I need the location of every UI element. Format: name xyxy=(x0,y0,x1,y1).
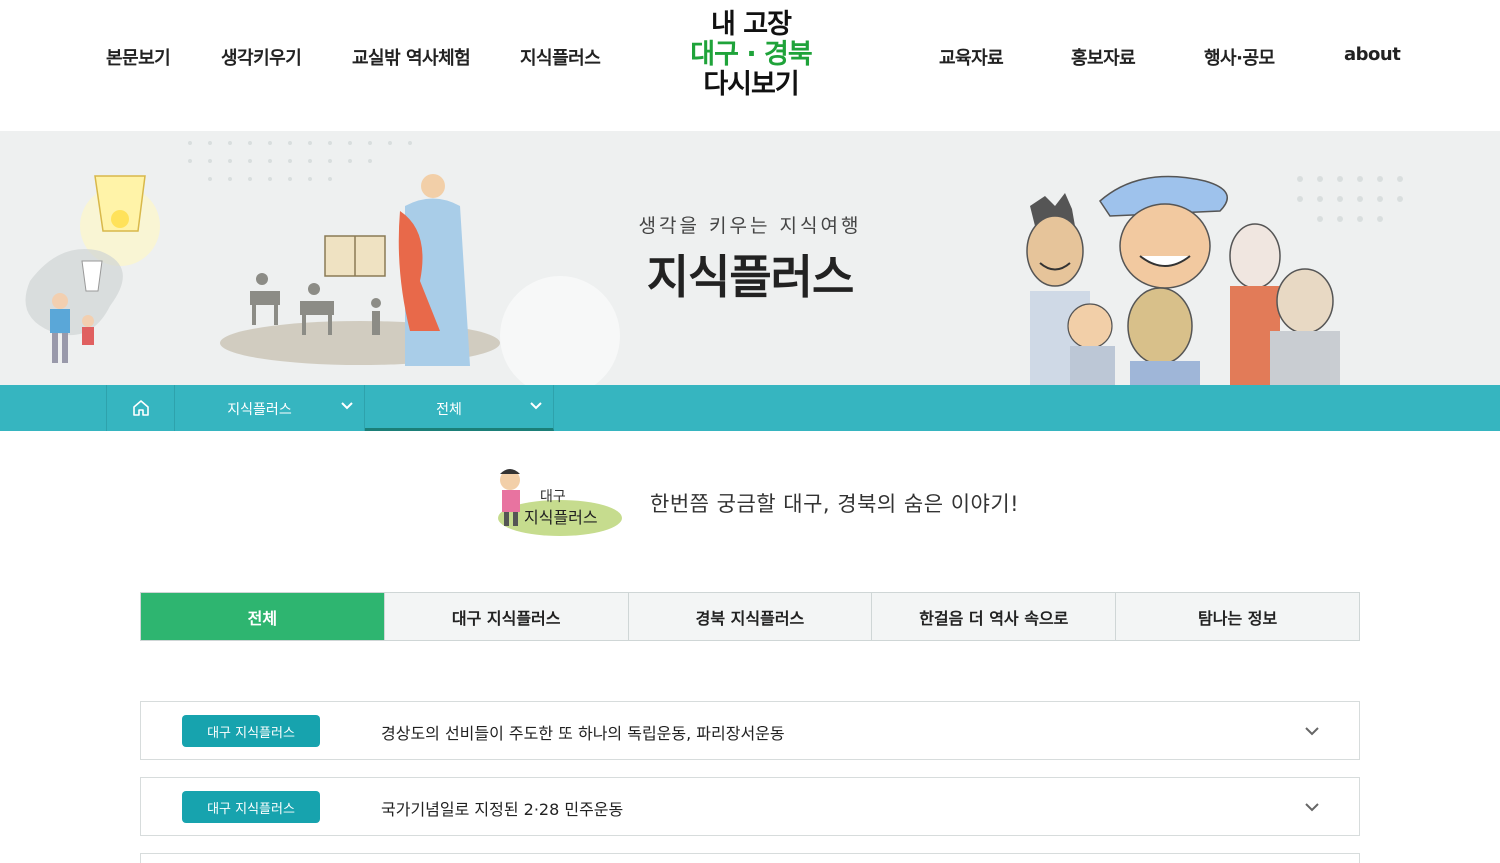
site-logo[interactable]: 내 고장 대구 · 경북 다시보기 xyxy=(686,10,816,100)
hero-banner: 생각을 키우는 지식여행 지식플러스 xyxy=(0,131,1500,385)
section-dropdown[interactable]: 지식플러스 xyxy=(175,385,365,431)
intro-badge: 대구 지식플러스 xyxy=(480,466,625,541)
list-item[interactable] xyxy=(140,853,1360,863)
tab-history-deeper[interactable]: 한걸음 더 역사 속으로 xyxy=(872,593,1117,640)
category-dropdown-label: 전체 xyxy=(436,402,462,418)
tab-daegu[interactable]: 대구 지식플러스 xyxy=(385,593,629,640)
sub-navigation: 지식플러스 전체 xyxy=(0,385,1500,431)
logo-line3: 다시보기 xyxy=(703,69,799,100)
logo-line1: 내 고장 xyxy=(711,9,792,40)
tab-useful-info[interactable]: 탐나는 정보 xyxy=(1116,593,1359,640)
logo-line2: 대구 · 경북 xyxy=(690,39,812,70)
chevron-down-icon xyxy=(530,402,542,410)
home-button[interactable] xyxy=(106,385,175,431)
category-badge: 대구 지식플러스 xyxy=(182,791,320,823)
nav-item-events[interactable]: 행사·공모 xyxy=(1204,44,1275,70)
list-item-title: 국가기념일로 지정된 2·28 민주운동 xyxy=(381,800,624,819)
intro-text: 한번쯤 궁금할 대구, 경북의 숨은 이야기! xyxy=(650,492,1020,516)
nav-item-history-experience[interactable]: 교실밖 역사체험 xyxy=(352,44,471,70)
nav-item-knowledge-plus[interactable]: 지식플러스 xyxy=(520,44,601,70)
list-item-title: 경상도의 선비들이 주도한 또 하나의 독립운동, 파리장서운동 xyxy=(381,724,785,743)
nav-item-thinking[interactable]: 생각키우기 xyxy=(221,44,302,70)
chevron-down-icon xyxy=(341,402,353,410)
intro-badge-line2: 지식플러스 xyxy=(524,508,598,527)
nav-item-main[interactable]: 본문보기 xyxy=(106,44,171,70)
category-tabs: 전체 대구 지식플러스 경북 지식플러스 한걸음 더 역사 속으로 탐나는 정보 xyxy=(140,592,1360,641)
site-header: 본문보기 생각키우기 교실밖 역사체험 지식플러스 내 고장 대구 · 경북 다… xyxy=(0,0,1500,131)
nav-item-promotion[interactable]: 홍보자료 xyxy=(1071,44,1136,70)
chevron-down-icon[interactable] xyxy=(1303,798,1321,816)
banner-subtitle: 생각을 키우는 지식여행 xyxy=(638,215,862,237)
list-item[interactable]: 대구 지식플러스 국가기념일로 지정된 2·28 민주운동 xyxy=(140,777,1360,836)
nav-item-education[interactable]: 교육자료 xyxy=(939,44,1004,70)
tab-gyeongbuk[interactable]: 경북 지식플러스 xyxy=(629,593,873,640)
chevron-down-icon[interactable] xyxy=(1303,722,1321,740)
category-badge: 대구 지식플러스 xyxy=(182,715,320,747)
nav-item-about[interactable]: about xyxy=(1344,44,1401,65)
intro-badge-line1: 대구 xyxy=(540,489,566,505)
home-icon xyxy=(132,400,149,416)
tab-all[interactable]: 전체 xyxy=(141,593,385,640)
category-dropdown[interactable]: 전체 xyxy=(365,385,554,431)
banner-title: 지식플러스 xyxy=(646,250,855,304)
list-item[interactable]: 대구 지식플러스 경상도의 선비들이 주도한 또 하나의 독립운동, 파리장서운… xyxy=(140,701,1360,760)
section-dropdown-label: 지식플러스 xyxy=(227,402,292,418)
